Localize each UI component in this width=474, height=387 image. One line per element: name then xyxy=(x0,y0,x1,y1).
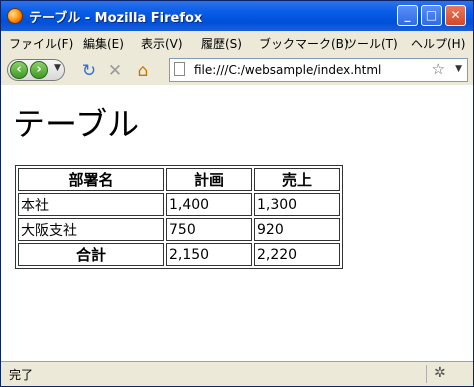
bookmark-star-icon[interactable]: ☆ xyxy=(432,60,445,78)
menu-bookmarks[interactable]: ブックマーク(B) xyxy=(259,35,349,52)
browser-window: テーブル - Mozilla Firefox _ □ ✕ ファイル(F) 編集(… xyxy=(0,0,474,387)
table-row: 本社 1,400 1,300 xyxy=(18,193,340,216)
table-header-row: 部署名 計画 売上 xyxy=(18,168,340,191)
menu-history[interactable]: 履歴(S) xyxy=(201,35,242,52)
table-row: 大阪支社 750 920 xyxy=(18,218,340,241)
title-bar: テーブル - Mozilla Firefox _ □ ✕ xyxy=(1,1,473,31)
status-bar: 完了 ✲ xyxy=(1,361,473,386)
menu-view[interactable]: 表示(V) xyxy=(141,35,183,52)
cell-department: 本社 xyxy=(18,193,164,216)
url-text[interactable]: file:///C:/websample/index.html xyxy=(194,63,381,77)
stop-button[interactable]: ✕ xyxy=(105,61,125,81)
header-plan: 計画 xyxy=(166,168,252,191)
history-dropdown-icon[interactable]: ▼ xyxy=(54,63,61,73)
reload-button[interactable]: ↻ xyxy=(79,61,99,81)
header-sales: 売上 xyxy=(254,168,340,191)
back-button[interactable]: ‹ xyxy=(10,61,28,79)
cell-sales: 920 xyxy=(254,218,340,241)
data-table: 部署名 計画 売上 本社 1,400 1,300 大阪支社 750 920 合計… xyxy=(15,165,343,269)
table-total-row: 合計 2,150 2,220 xyxy=(18,243,340,266)
addon-icon[interactable]: ✲ xyxy=(434,365,446,381)
menu-help[interactable]: ヘルプ(H) xyxy=(411,35,465,52)
cell-plan: 750 xyxy=(166,218,252,241)
status-divider xyxy=(426,365,427,383)
page-heading: テーブル xyxy=(13,105,140,143)
page-content: テーブル 部署名 計画 売上 本社 1,400 1,300 大阪支社 750 9… xyxy=(1,85,473,361)
window-title: テーブル - Mozilla Firefox xyxy=(29,11,203,26)
menu-tools[interactable]: ツール(T) xyxy=(345,35,398,52)
address-bar[interactable]: file:///C:/websample/index.html ☆ ▼ xyxy=(169,58,468,82)
cell-plan: 1,400 xyxy=(166,193,252,216)
maximize-button[interactable]: □ xyxy=(421,5,442,26)
header-department: 部署名 xyxy=(18,168,164,191)
menu-bar: ファイル(F) 編集(E) 表示(V) 履歴(S) ブックマーク(B) ツール(… xyxy=(1,31,473,55)
close-button[interactable]: ✕ xyxy=(445,5,466,26)
total-sales: 2,220 xyxy=(254,243,340,266)
home-button[interactable]: ⌂ xyxy=(133,61,153,81)
url-dropdown-icon[interactable]: ▼ xyxy=(455,64,462,74)
total-label: 合計 xyxy=(18,243,164,266)
forward-button[interactable]: › xyxy=(30,61,48,79)
minimize-button[interactable]: _ xyxy=(397,5,418,26)
firefox-icon xyxy=(7,8,23,24)
page-icon xyxy=(174,62,185,76)
cell-sales: 1,300 xyxy=(254,193,340,216)
menu-file[interactable]: ファイル(F) xyxy=(9,35,73,52)
menu-edit[interactable]: 編集(E) xyxy=(83,35,124,52)
back-forward-group: ‹ › ▼ xyxy=(7,59,65,81)
cell-department: 大阪支社 xyxy=(18,218,164,241)
total-plan: 2,150 xyxy=(166,243,252,266)
status-text: 完了 xyxy=(9,368,34,382)
